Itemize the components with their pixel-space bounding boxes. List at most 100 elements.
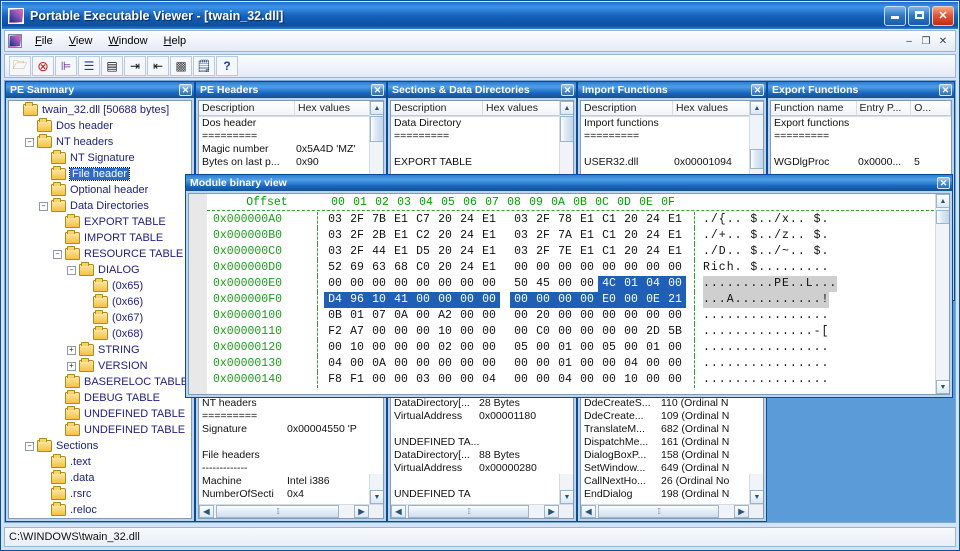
- scrollbar-thumb[interactable]: [370, 116, 383, 142]
- hex-byte[interactable]: 00: [456, 372, 478, 388]
- hex-byte[interactable]: 03: [324, 212, 346, 228]
- scrollbar-thumb[interactable]: [560, 116, 573, 142]
- hex-byte[interactable]: 20: [434, 228, 456, 244]
- hex-ascii[interactable]: ................: [703, 356, 829, 372]
- hex-byte[interactable]: E1: [664, 212, 686, 228]
- hex-ascii[interactable]: ...A...........!: [703, 292, 830, 308]
- tree-item[interactable]: (0x68): [11, 326, 191, 342]
- hex-byte[interactable]: 00: [554, 292, 576, 308]
- hex-byte[interactable]: 00: [598, 372, 620, 388]
- hex-byte[interactable]: 44: [368, 244, 390, 260]
- imports-detail-vscrollbar[interactable]: ▼: [749, 474, 763, 504]
- tree-item[interactable]: UNDEFINED TABLE: [11, 406, 191, 422]
- hex-byte[interactable]: E1: [664, 228, 686, 244]
- hex-byte[interactable]: 00: [532, 356, 554, 372]
- hex-byte[interactable]: D5: [412, 244, 434, 260]
- scrollbar-thumb[interactable]: [936, 210, 949, 224]
- hex-byte[interactable]: 2F: [346, 244, 368, 260]
- column-header-function-name[interactable]: Function name: [771, 101, 857, 116]
- hex-byte[interactable]: 00: [390, 372, 412, 388]
- menu-item-help[interactable]: Help: [156, 33, 195, 49]
- hex-byte[interactable]: 00: [412, 308, 434, 324]
- list-row[interactable]: [391, 475, 573, 488]
- hex-byte[interactable]: 24: [642, 212, 664, 228]
- hex-row[interactable]: 0x00000110 F2 A7 00 00 00 10 00 00 00 C0 00 00 00 00 2D…: [207, 324, 934, 340]
- scroll-right-icon[interactable]: ▶: [544, 505, 559, 518]
- list-row[interactable]: =========: [581, 130, 763, 143]
- hex-ascii[interactable]: ................: [703, 308, 829, 324]
- list-row[interactable]: [391, 423, 573, 436]
- hex-byte[interactable]: 00: [434, 356, 456, 372]
- hex-byte[interactable]: 00: [642, 308, 664, 324]
- hex-byte[interactable]: 00: [456, 292, 478, 308]
- hex-byte[interactable]: 00: [554, 324, 576, 340]
- hex-byte[interactable]: 00: [576, 260, 598, 276]
- hex-byte[interactable]: 00: [620, 292, 642, 308]
- list-row[interactable]: =========: [199, 410, 383, 423]
- hex-byte[interactable]: 04: [642, 276, 664, 292]
- hex-byte[interactable]: 01: [554, 340, 576, 356]
- list-row[interactable]: Magic number 0x5A4D 'MZ': [199, 143, 383, 156]
- menu-item-view[interactable]: View: [61, 33, 101, 49]
- hex-byte[interactable]: 24: [456, 260, 478, 276]
- list-row[interactable]: DispatchMe... 161 (Ordinal N: [581, 436, 763, 449]
- list-row[interactable]: File headers: [199, 449, 383, 462]
- hex-byte[interactable]: E1: [664, 244, 686, 260]
- hex-byte[interactable]: 2D: [642, 324, 664, 340]
- dd-hscrollbar[interactable]: ◀ ⁞⁞ ▶: [391, 504, 573, 518]
- column-header-description[interactable]: Description: [391, 101, 483, 116]
- hex-ascii[interactable]: ./D.. $../~.. $.: [703, 244, 829, 260]
- binary-grid-icon[interactable]: ▩: [170, 56, 192, 76]
- hex-byte[interactable]: E1: [390, 244, 412, 260]
- hex-byte[interactable]: 10: [434, 324, 456, 340]
- hex-byte[interactable]: 00: [598, 324, 620, 340]
- hex-dump[interactable]: Offset 00 01 02 03 04 05 06 07 08 09 0A 0B 0C 0D 0E 0F 0…: [189, 194, 934, 394]
- list-row[interactable]: WGDlgProc 0x0000... 5: [771, 156, 951, 169]
- hex-byte[interactable]: 00: [510, 372, 532, 388]
- hex-byte[interactable]: 10: [368, 292, 390, 308]
- hex-byte[interactable]: 00: [478, 276, 500, 292]
- list-row[interactable]: EXPORT TABLE: [391, 156, 573, 169]
- hex-byte[interactable]: 00: [390, 340, 412, 356]
- hex-byte[interactable]: F2: [324, 324, 346, 340]
- scroll-up-icon[interactable]: ▲: [560, 101, 573, 115]
- hex-byte[interactable]: F8: [324, 372, 346, 388]
- list-row[interactable]: NumberOfSecti 0x4: [199, 488, 383, 501]
- hex-byte[interactable]: 0E: [642, 292, 664, 308]
- hex-byte[interactable]: 07: [368, 308, 390, 324]
- hex-byte[interactable]: 00: [598, 356, 620, 372]
- hex-byte[interactable]: 00: [456, 324, 478, 340]
- hex-row[interactable]: 0x000000D0 52 69 63 68 C0 20 24 E1 00 00 00 00 00 00 00…: [207, 260, 934, 276]
- hex-byte[interactable]: 00: [368, 372, 390, 388]
- tree-collapse-icon[interactable]: –: [67, 265, 76, 275]
- hex-byte[interactable]: 7A: [554, 228, 576, 244]
- hex-byte[interactable]: 00: [368, 276, 390, 292]
- hex-byte[interactable]: 24: [642, 244, 664, 260]
- hex-byte[interactable]: C0: [532, 324, 554, 340]
- hex-row[interactable]: 0x000000B0 03 2F 2B E1 C2 20 24 E1 03 2F 7A E1 C1 20 24…: [207, 228, 934, 244]
- tree-item[interactable]: + STRING: [11, 342, 191, 358]
- hex-byte[interactable]: E1: [478, 212, 500, 228]
- pe-tree[interactable]: twain_32.dll [50688 bytes] Dos header – NT …: [9, 101, 191, 518]
- hex-byte[interactable]: 00: [456, 340, 478, 356]
- help-icon[interactable]: ?: [216, 56, 238, 76]
- hex-byte[interactable]: 00: [664, 372, 686, 388]
- hex-byte[interactable]: 03: [324, 228, 346, 244]
- hex-byte[interactable]: 04: [478, 372, 500, 388]
- column-header-ordinal[interactable]: O...: [911, 101, 951, 116]
- hex-byte[interactable]: 01: [346, 308, 368, 324]
- hex-byte[interactable]: 05: [510, 340, 532, 356]
- hex-byte[interactable]: 00: [510, 324, 532, 340]
- details-view-icon[interactable]: ▤: [101, 56, 123, 76]
- imports-detail-hscrollbar[interactable]: ◀ ⁞⁞ ▶: [581, 504, 763, 518]
- list-row[interactable]: DdeCreate... 109 (Ordinal N: [581, 410, 763, 423]
- hex-byte[interactable]: 00: [456, 308, 478, 324]
- hex-byte[interactable]: 00: [664, 260, 686, 276]
- list-row[interactable]: Export functions: [771, 117, 951, 130]
- hex-byte[interactable]: 00: [554, 260, 576, 276]
- scroll-down-icon[interactable]: ▼: [560, 490, 573, 504]
- hex-byte[interactable]: 00: [598, 260, 620, 276]
- tree-item[interactable]: – NT headers: [11, 134, 191, 150]
- step-forward-icon[interactable]: ⇥: [124, 56, 146, 76]
- hex-byte[interactable]: 00: [576, 276, 598, 292]
